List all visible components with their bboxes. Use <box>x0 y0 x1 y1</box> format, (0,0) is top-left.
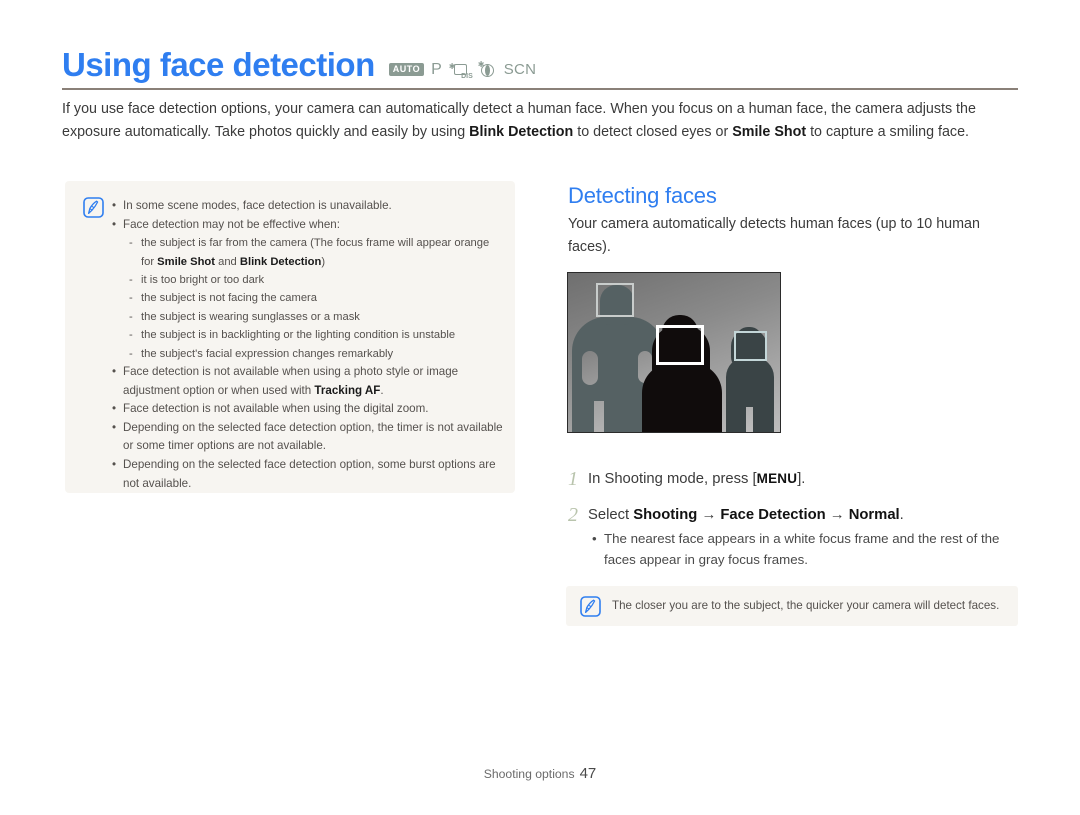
intro-text-2: to detect closed eyes or <box>573 123 733 140</box>
list-item-text: Face detection may not be effective when… <box>123 217 340 231</box>
step-1-text: In Shooting mode, press [MENU]. <box>588 468 805 490</box>
intro-bold-smile-shot: Smile Shot <box>732 123 807 140</box>
dash-marker: - <box>129 310 133 323</box>
list-item: • Depending on the selected face detecti… <box>112 456 503 493</box>
list-item: - it is too bright or too dark <box>112 271 503 289</box>
gray-focus-frame-left <box>596 283 634 317</box>
note-list-left: • In some scene modes, face detection is… <box>112 197 503 493</box>
menu-path-face-detection: Face Detection <box>720 507 826 523</box>
page-footer: Shooting options 47 <box>0 765 1080 782</box>
list-item-text: the subject is not facing the camera <box>141 292 317 305</box>
item-text-b: . <box>380 383 384 397</box>
list-item: - the subject is far from the camera (Th… <box>112 234 503 271</box>
list-item: • Face detection is not available when u… <box>112 363 503 400</box>
footer-section-label: Shooting options <box>483 767 575 781</box>
sub-bold-smile-shot: Smile Shot <box>157 255 215 268</box>
figure-center-body <box>642 363 722 432</box>
list-item: • Face detection may not be effective wh… <box>112 216 503 235</box>
note-box-left: • In some scene modes, face detection is… <box>65 181 515 493</box>
beauty-shot-mode-icon: ✱ <box>478 61 497 78</box>
list-item: - the subject is in backlighting or the … <box>112 326 503 344</box>
list-item: - the subject's facial expression change… <box>112 345 503 363</box>
mode-icon-group: AUTO P ✱ DIS ✱ SCN <box>388 60 537 81</box>
menu-arrow-2: → <box>825 507 849 523</box>
step-1-number: 1 <box>568 468 578 490</box>
list-item-text: Face detection is not available when usi… <box>123 402 429 416</box>
list-item-text: Face detection is not available when usi… <box>123 363 503 400</box>
step-1-pre: In Shooting mode, press [ <box>588 471 757 487</box>
sub-text-c: ) <box>321 255 326 268</box>
footer-page-number: 47 <box>579 765 597 782</box>
white-focus-frame-center <box>656 325 704 365</box>
step-2-text: Select Shooting → Face Detection → Norma… <box>588 504 904 526</box>
dis-mode-label: DIS <box>461 73 473 80</box>
list-item-text: the subject is in backlighting or the li… <box>141 329 456 342</box>
step-2-subnote: • The nearest face appears in a white fo… <box>592 528 1020 570</box>
sub-text-b: and <box>214 255 240 268</box>
page-title: Using face detection <box>62 46 375 83</box>
note-pen-icon <box>580 596 601 617</box>
bullet-marker: • <box>112 458 117 471</box>
intro-bold-blink-detection: Blink Detection <box>469 123 574 140</box>
bullet-marker: • <box>592 531 597 546</box>
step-1: 1 In Shooting mode, press [MENU]. <box>568 468 805 490</box>
title-divider <box>62 88 1018 90</box>
bullet-marker: • <box>112 365 117 379</box>
bullet-marker: • <box>112 402 117 416</box>
list-item: • Depending on the selected face detecti… <box>112 419 503 456</box>
list-item-text: the subject's facial expression changes … <box>141 347 394 360</box>
bullet-marker: • <box>112 199 117 212</box>
note-box-bottom: The closer you are to the subject, the q… <box>566 586 1018 626</box>
face-detection-preview-image <box>567 272 781 433</box>
dash-marker: - <box>129 274 133 286</box>
section-heading: Detecting faces <box>568 183 717 208</box>
dash-marker: - <box>129 329 133 342</box>
figure-right-leg-gap <box>746 407 753 432</box>
manual-page: Using face detection AUTO P ✱ DIS ✱ SCN … <box>0 0 1080 815</box>
note-bottom-text: The closer you are to the subject, the q… <box>612 599 1000 612</box>
item-bold-tracking-af: Tracking AF <box>314 383 381 397</box>
step-2: 2 Select Shooting → Face Detection → Nor… <box>568 504 904 526</box>
list-item-text: it is too bright or too dark <box>141 274 265 286</box>
list-item-text: Depending on the selected face detection… <box>123 458 496 490</box>
bullet-marker: • <box>112 420 117 434</box>
step-2-post: . <box>899 507 904 523</box>
section-paragraph: Your camera automatically detects human … <box>568 216 980 255</box>
menu-path-shooting: Shooting <box>633 507 698 523</box>
list-item-text: In some scene modes, face detection is u… <box>123 199 392 212</box>
note-pen-icon <box>83 197 104 218</box>
menu-button-key: MENU <box>756 471 798 486</box>
program-mode-icon: P <box>431 60 442 78</box>
intro-paragraph: If you use face detection options, your … <box>62 98 1020 143</box>
step-2-pre: Select <box>588 507 634 523</box>
dash-marker: - <box>129 237 133 250</box>
sub-bold-blink-detection: Blink Detection <box>239 255 322 268</box>
dash-marker: - <box>129 292 133 305</box>
figure-left-arm-gap <box>582 351 598 385</box>
page-header: Using face detection AUTO P ✱ DIS ✱ SCN <box>62 48 1018 81</box>
step-2-subnote-text: The nearest face appears in a white focu… <box>604 531 1000 567</box>
menu-path-normal: Normal <box>848 507 900 523</box>
list-item: • In some scene modes, face detection is… <box>112 197 503 216</box>
item-text-a: Face detection is not available when usi… <box>123 365 459 397</box>
dash-marker: - <box>129 347 133 360</box>
list-item-text: the subject is far from the camera (The … <box>141 234 503 271</box>
bullet-marker: • <box>112 217 117 231</box>
auto-mode-icon: AUTO <box>388 63 425 76</box>
scene-mode-icon: SCN <box>503 61 537 78</box>
gray-focus-frame-right <box>734 331 767 361</box>
step-2-number: 2 <box>568 504 578 526</box>
list-item: - the subject is wearing sunglasses or a… <box>112 308 503 326</box>
list-item: - the subject is not facing the camera <box>112 289 503 307</box>
menu-arrow-1: → <box>697 507 721 523</box>
dis-mode-icon: ✱ DIS <box>448 62 473 81</box>
list-item-text: the subject is wearing sunglasses or a m… <box>141 310 360 323</box>
list-item: • Face detection is not available when u… <box>112 400 503 419</box>
step-1-post: ]. <box>797 471 806 487</box>
figure-left-leg-gap <box>594 401 604 432</box>
intro-text-3: to capture a smiling face. <box>806 123 970 140</box>
list-item-text: Depending on the selected face detection… <box>123 420 503 453</box>
